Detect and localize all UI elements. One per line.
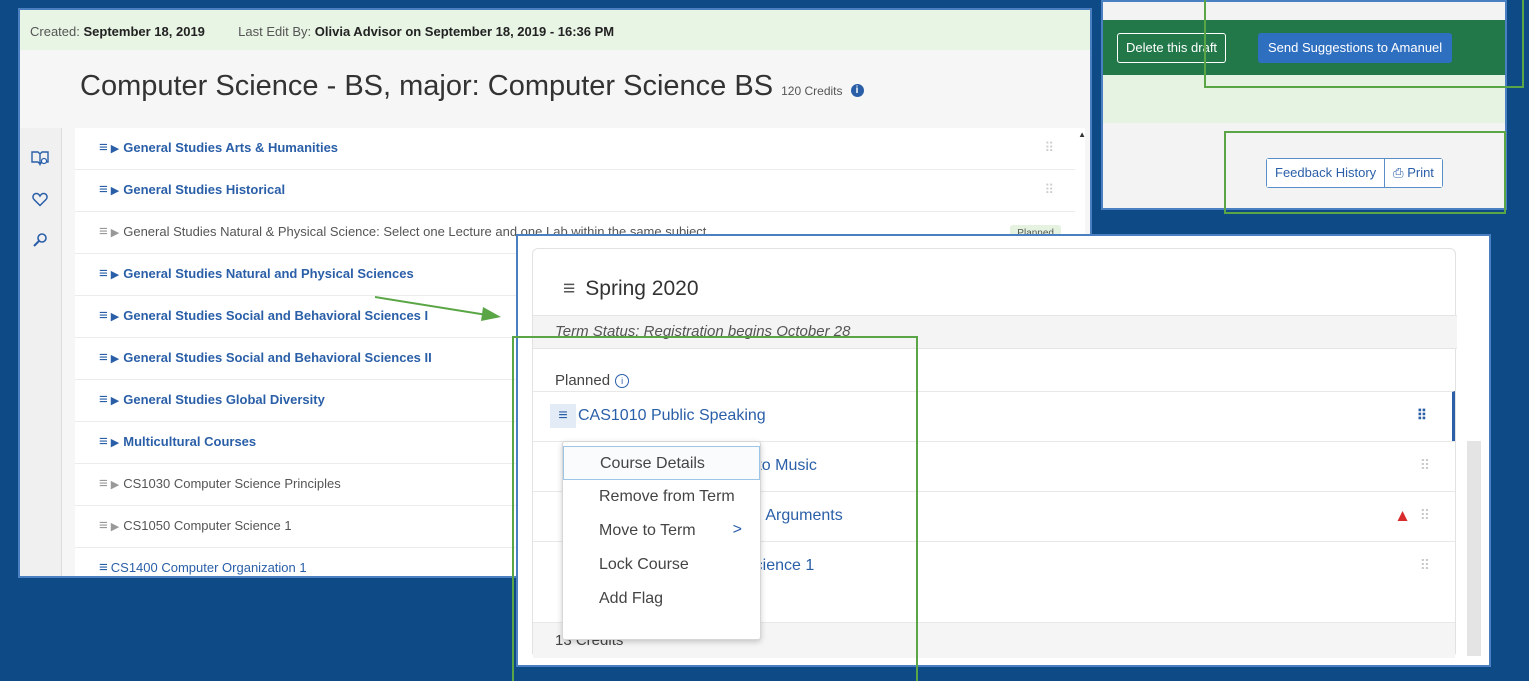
expand-triangle-icon[interactable]: ▶ [111,227,119,239]
info-icon[interactable]: i [850,84,864,97]
expand-triangle-icon[interactable]: ▶ [111,143,119,155]
degree-map-icon[interactable] [30,150,50,170]
requirement-row[interactable]: ≡ ▶ General Studies Arts & Humanities ⠿ [75,128,1075,170]
expand-triangle-icon[interactable]: ▶ [111,395,119,407]
expand-triangle-icon[interactable]: ▶ [111,479,119,491]
menu-icon[interactable]: ≡ [99,181,108,198]
menu-icon[interactable]: ≡ [99,559,108,576]
requirement-label: CS1030 Computer Science Principles [123,476,341,491]
expand-triangle-icon[interactable]: ▶ [111,311,119,323]
menu-icon[interactable]: ≡ [99,265,108,282]
term-menu-icon[interactable]: ≡ [563,277,575,300]
scroll-up-arrow-icon[interactable]: ▲ [1078,130,1086,139]
plan-title-text: Computer Science - BS, major: Computer S… [80,70,774,102]
expand-triangle-icon[interactable]: ▶ [111,353,119,365]
drag-handle-icon[interactable]: ⠿ [1420,557,1430,574]
expand-triangle-icon[interactable]: ▶ [111,269,119,281]
menu-icon[interactable]: ≡ [99,517,108,534]
page-title: Computer Science - BS, major: Computer S… [80,70,864,103]
requirement-label: General Studies Arts & Humanities [123,140,339,155]
highlight-frame [512,336,918,681]
requirement-label: Multicultural Courses [123,434,257,449]
search-icon[interactable] [30,232,50,252]
requirement-label: General Studies Social and Behavioral Sc… [123,350,432,365]
drag-handle-icon[interactable]: ⠿ [1044,128,1053,168]
highlight-frame [1204,0,1524,88]
menu-icon[interactable]: ≡ [99,475,108,492]
expand-triangle-icon[interactable]: ▶ [111,437,119,449]
drag-handle-icon[interactable]: ⠿ [1420,457,1430,474]
created-label: Created: [30,24,80,39]
requirement-label[interactable]: CS1400 Computer Organization 1 [111,560,307,575]
requirement-label: General Studies Historical [123,182,286,197]
menu-icon[interactable]: ≡ [99,307,108,324]
term-name: Spring 2020 [585,277,699,300]
warning-icon[interactable]: ▲ [1394,506,1411,526]
drag-handle-icon[interactable]: ⠿ [1044,170,1053,210]
menu-icon[interactable]: ≡ [99,391,108,408]
highlight-frame [1224,131,1506,214]
last-edit-label: Last Edit By: [238,24,312,39]
menu-icon[interactable]: ≡ [99,223,108,240]
menu-icon[interactable]: ≡ [99,139,108,156]
scrollbar[interactable] [1467,441,1481,656]
plan-meta-bar: Created: September 18, 2019 Last Edit By… [20,10,1090,50]
created-date: September 18, 2019 [83,24,205,39]
plan-credits: 120 Credits [781,84,843,98]
expand-triangle-icon[interactable]: ▶ [111,185,119,197]
term-header: ≡ Spring 2020 [563,277,699,301]
requirement-label: General Studies Natural and Physical Sci… [123,266,414,281]
last-edit-value: Olivia Advisor on September 18, 2019 - 1… [314,24,615,39]
side-rail [20,128,62,576]
menu-icon[interactable]: ≡ [99,433,108,450]
menu-icon[interactable]: ≡ [99,349,108,366]
requirement-label: General Studies Global Diversity [123,392,325,407]
requirement-row[interactable]: ≡ ▶ General Studies Historical ⠿ [75,170,1075,212]
expand-triangle-icon[interactable]: ▶ [111,521,119,533]
requirement-label: CS1050 Computer Science 1 [123,518,292,533]
drag-handle-icon[interactable]: ⠿ [1417,407,1427,424]
heart-icon[interactable] [30,192,50,212]
annotation-arrow [375,296,501,321]
drag-handle-icon[interactable]: ⠿ [1420,507,1430,524]
